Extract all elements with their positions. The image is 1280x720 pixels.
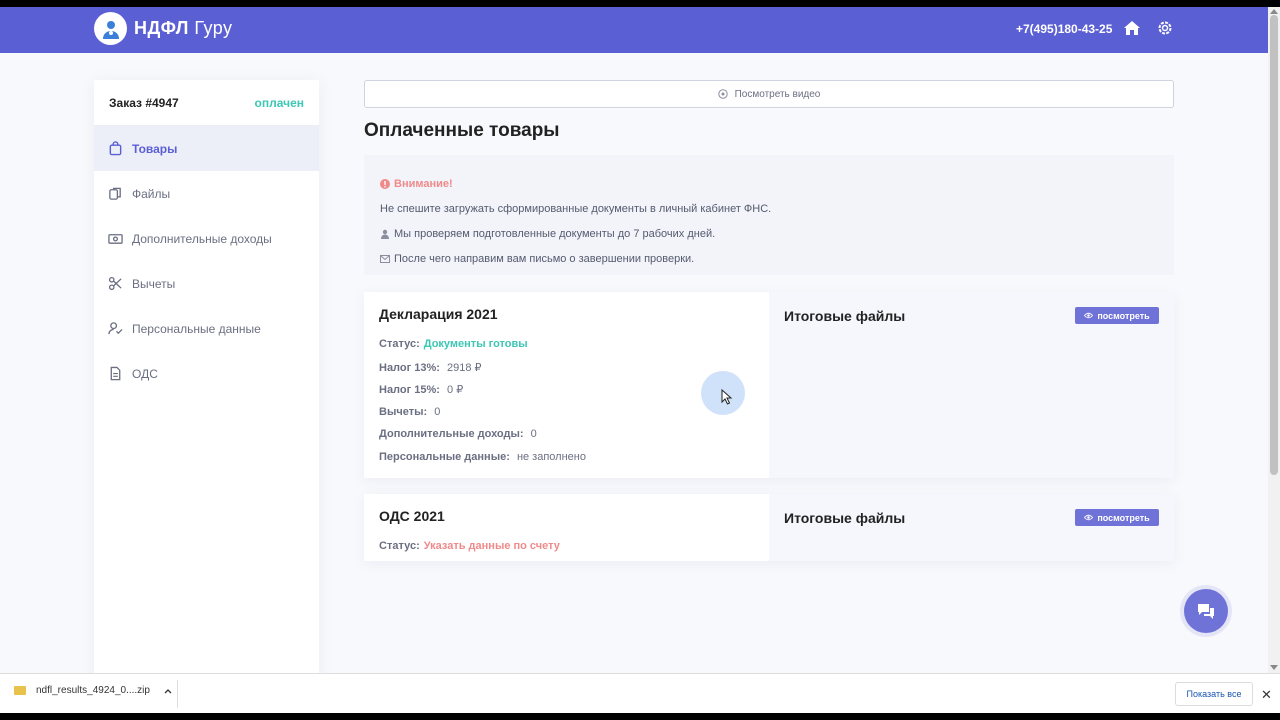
status-row: Статус: Документы готовы — [379, 338, 754, 361]
notice-line-3-text: После чего направим вам письмо о заверше… — [394, 252, 695, 265]
scroll-thumb[interactable] — [1270, 15, 1278, 475]
warning-text: Внимание! — [394, 177, 453, 190]
status-key: Статус: — [379, 338, 420, 350]
logo-mascot-icon — [94, 12, 127, 45]
mail-icon — [380, 254, 390, 263]
files-icon — [109, 187, 121, 200]
cash-icon — [108, 234, 123, 244]
sidebar-item-label: Товары — [132, 141, 178, 156]
final-files-panel: Итоговые файлы посмотреть — [769, 494, 1174, 561]
field-row: Налог 15%: 0 ₽ — [379, 383, 754, 406]
browser-viewport: НДФЛ Гуру +7(495)180-43-25 Заказ #4947 о… — [0, 7, 1280, 673]
scissors-icon — [108, 276, 122, 291]
field-key: Налог 15%: — [379, 384, 440, 396]
notice-line-2: Мы проверяем подготовленные документы до… — [380, 221, 1158, 246]
field-value: 0 ₽ — [447, 384, 464, 396]
field-row: Вычеты: 0 — [379, 406, 754, 429]
field-value: не заполнено — [516, 450, 586, 463]
sidebar: Заказ #4947 оплачен Товары Файлы Дополни… — [94, 80, 319, 673]
close-downloads-icon[interactable]: ✕ — [1261, 687, 1272, 703]
phone-number[interactable]: +7(495)180-43-25 — [1016, 22, 1112, 36]
download-divider — [177, 680, 178, 708]
cursor-highlight — [701, 371, 745, 415]
gear-icon[interactable] — [1156, 19, 1174, 37]
final-files-panel: Итоговые файлы посмотреть — [769, 292, 1174, 478]
field-key: Дополнительные доходы: — [379, 428, 524, 440]
top-header: НДФЛ Гуру +7(495)180-43-25 — [0, 7, 1268, 53]
sidebar-item-ods[interactable]: ОДС — [94, 351, 319, 396]
field-value: 2918 ₽ — [447, 361, 482, 374]
field-value: 0 — [530, 428, 537, 440]
home-icon[interactable] — [1123, 19, 1141, 37]
chat-button[interactable] — [1184, 589, 1228, 633]
sidebar-item-extra-income[interactable]: Дополнительные доходы — [94, 216, 319, 261]
sidebar-item-label: ОДС — [132, 366, 158, 381]
view-files-button[interactable]: посмотреть — [1075, 307, 1159, 324]
sidebar-item-label: Вычеты — [132, 276, 176, 291]
page-title: Оплаченные товары — [364, 120, 560, 141]
download-filename: ndfl_results_4924_0....zip — [36, 685, 150, 696]
alert-icon — [380, 178, 390, 189]
status-key: Статус: — [379, 540, 420, 552]
scroll-up-arrow[interactable] — [1270, 9, 1278, 14]
status-value[interactable]: Указать данные по счету — [424, 540, 560, 552]
notice-line-3: После чего направим вам письмо о заверше… — [380, 246, 1158, 271]
scroll-down-arrow[interactable] — [1270, 665, 1278, 670]
order-number: Заказ #4947 — [109, 95, 179, 110]
card-title: Декларация 2021 — [379, 306, 498, 322]
eye-icon — [1084, 312, 1094, 319]
bag-icon — [109, 141, 122, 156]
brand-name: НДФЛ Гуру — [134, 18, 233, 38]
chevron-up-icon[interactable] — [164, 688, 172, 694]
user-check-icon — [108, 322, 123, 335]
field-key: Налог 13%: — [379, 361, 440, 374]
status-row: Статус: Указать данные по счету — [379, 540, 754, 563]
attention-notice: Внимание! Не спешите загружать сформиров… — [364, 155, 1174, 275]
sidebar-item-personal-data[interactable]: Персональные данные — [94, 306, 319, 351]
order-header: Заказ #4947 оплачен — [94, 80, 319, 126]
download-item[interactable]: ndfl_results_4924_0....zip — [14, 685, 172, 696]
field-value: 0 — [434, 405, 441, 418]
declaration-card: Декларация 2021 Статус: Документы готовы … — [364, 292, 1174, 478]
field-key: Вычеты: — [379, 405, 428, 418]
view-label: посмотреть — [1097, 310, 1150, 321]
watch-video-label: Посмотреть видео — [734, 88, 821, 100]
chat-bubbles-icon — [1198, 604, 1214, 619]
sidebar-item-deductions[interactable]: Вычеты — [94, 261, 319, 306]
field-row: Дополнительные доходы: 0 — [379, 428, 754, 451]
user-icon — [381, 229, 389, 239]
document-icon — [110, 366, 121, 381]
notice-warning: Внимание! — [380, 171, 1158, 196]
show-all-downloads-button[interactable]: Показать все — [1175, 682, 1253, 706]
card-title: ОДС 2021 — [379, 508, 445, 524]
view-files-button[interactable]: посмотреть — [1075, 509, 1159, 526]
watch-video-button[interactable]: Посмотреть видео — [364, 80, 1174, 108]
order-status-badge: оплачен — [254, 95, 304, 110]
ods-details: ОДС 2021 Статус: Указать данные по счету — [364, 494, 769, 561]
field-key: Персональные данные: — [379, 450, 510, 463]
field-row: Персональные данные: не заполнено — [379, 451, 754, 474]
downloads-bar: ndfl_results_4924_0....zip Показать все … — [0, 673, 1280, 713]
sidebar-item-goods[interactable]: Товары — [94, 126, 319, 171]
view-label: посмотреть — [1097, 512, 1150, 523]
sidebar-item-label: Персональные данные — [132, 321, 261, 336]
field-row: Налог 13%: 2918 ₽ — [379, 361, 754, 384]
mouse-cursor-icon — [721, 389, 733, 405]
notice-line-2-text: Мы проверяем подготовленные документы до… — [394, 227, 716, 240]
ods-card: ОДС 2021 Статус: Указать данные по счету … — [364, 494, 1174, 561]
zip-file-icon — [14, 686, 26, 695]
sidebar-item-files[interactable]: Файлы — [94, 171, 319, 216]
sidebar-item-label: Файлы — [132, 186, 171, 201]
logo[interactable]: НДФЛ Гуру — [94, 12, 233, 45]
notice-line-1: Не спешите загружать сформированные доку… — [380, 202, 772, 215]
sidebar-item-label: Дополнительные доходы — [132, 231, 272, 246]
page-scrollbar[interactable] — [1268, 7, 1280, 673]
play-circle-icon — [717, 89, 728, 99]
status-value: Документы готовы — [423, 338, 528, 350]
eye-icon — [1084, 514, 1094, 521]
